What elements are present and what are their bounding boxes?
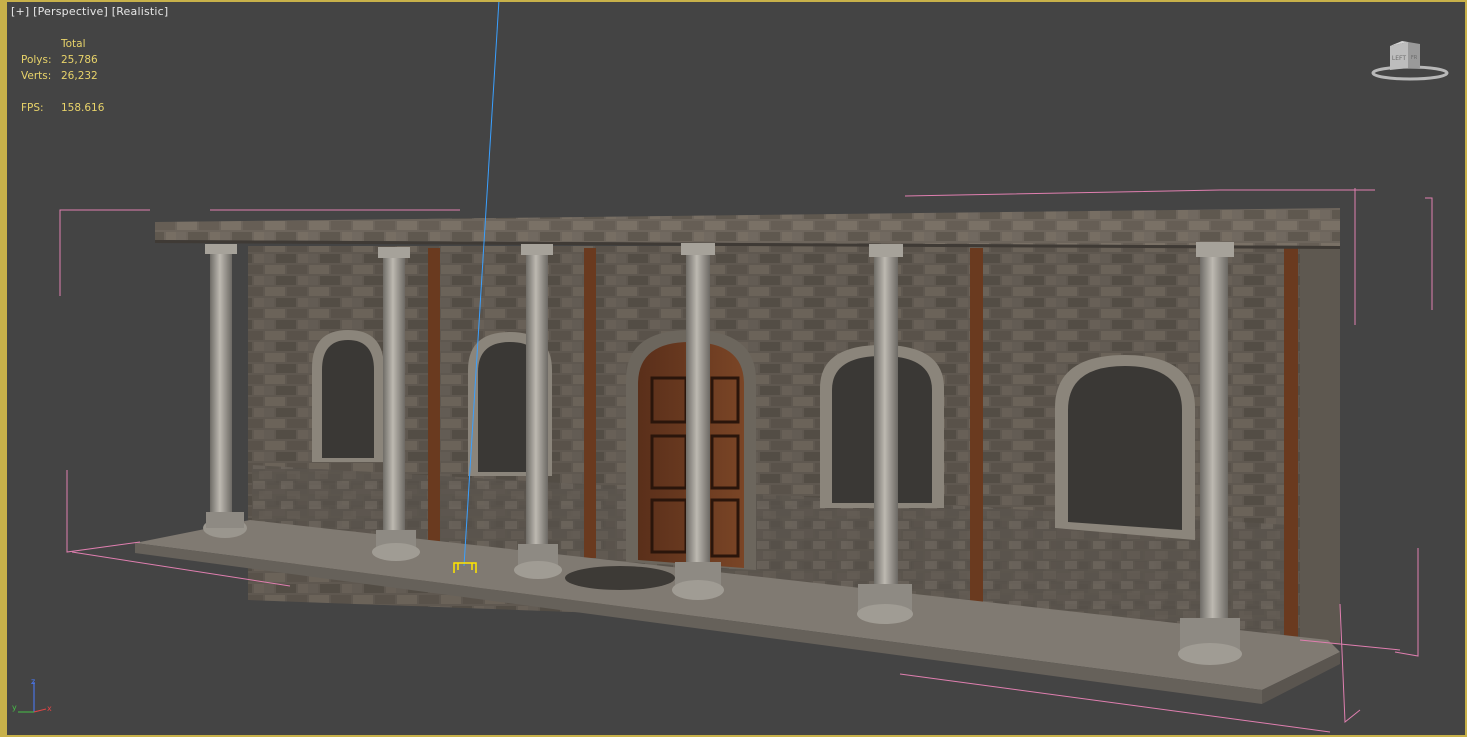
statistics-overlay: Total Polys: 25,786 Verts: 26,232 FPS: 158.… bbox=[21, 36, 131, 116]
roof-slab[interactable] bbox=[155, 208, 1340, 246]
scene-view[interactable] bbox=[0, 0, 1467, 737]
viewport-point-of-view-menu[interactable]: [Perspective] bbox=[33, 5, 108, 18]
axis-z-label: z bbox=[31, 677, 35, 686]
viewcube-left-face: LEFT bbox=[1392, 55, 1406, 62]
polys-value: 25,786 bbox=[61, 54, 98, 66]
polys-label: Polys: bbox=[21, 54, 52, 66]
viewport-menu-plus[interactable]: [+] bbox=[11, 5, 29, 18]
viewport-label: [+] [Perspective] [Realistic] bbox=[11, 5, 168, 18]
verts-value: 26,232 bbox=[61, 70, 98, 82]
fps-value: 158.616 bbox=[61, 102, 105, 114]
viewport-shading-menu[interactable]: [Realistic] bbox=[112, 5, 169, 18]
axis-y-label: y bbox=[12, 703, 17, 712]
axis-x-label: x bbox=[47, 704, 52, 713]
drain-grate bbox=[565, 566, 675, 590]
perspective-viewport[interactable]: [+] [Perspective] [Realistic] Total Poly… bbox=[0, 0, 1467, 737]
axis-tripod-icon: z y x bbox=[12, 677, 52, 713]
verts-label: Verts: bbox=[21, 70, 52, 82]
viewcube-right-face: FR bbox=[1411, 55, 1418, 61]
viewcube-icon[interactable]: LEFT FR bbox=[1370, 38, 1450, 84]
stats-header: Total bbox=[61, 38, 86, 50]
fps-label: FPS: bbox=[21, 102, 44, 114]
